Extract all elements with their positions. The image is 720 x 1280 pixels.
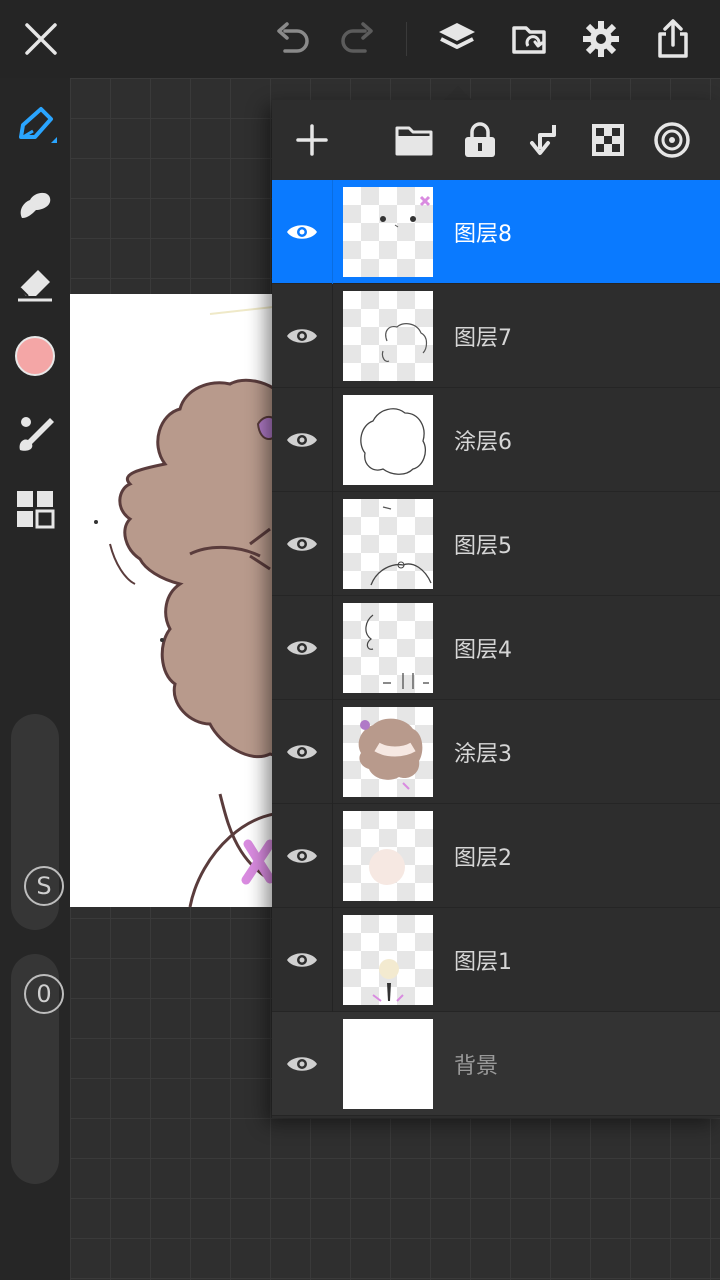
top-toolbar [0,0,720,78]
layer-row-3[interactable]: 涂层6 [272,388,720,492]
grid-icon[interactable] [10,484,60,534]
panel-pointer [444,86,472,100]
layer-row-8[interactable]: 图层1 [272,908,720,1012]
merge-down-icon[interactable] [520,116,568,164]
transparency-icon[interactable] [584,116,632,164]
visibility-eye-icon[interactable] [280,522,324,566]
redo-icon[interactable] [332,14,382,64]
size-knob[interactable]: S [24,866,64,906]
layer-thumbnail [343,395,433,485]
layer-row-1[interactable]: 图层8 [272,180,720,284]
brush-size-slider[interactable]: S [11,714,64,930]
visibility-eye-icon[interactable] [280,938,324,982]
left-toolbar: S 0 [0,78,70,1280]
layers-icon[interactable] [432,14,482,64]
eraser-icon[interactable] [10,258,60,308]
color-swatch[interactable] [10,331,60,381]
layer-row-background[interactable]: 背景 [272,1012,720,1116]
close-icon[interactable] [16,14,66,64]
visibility-eye-icon[interactable] [280,418,324,462]
layer-name: 背景 [454,1054,499,1079]
layer-thumbnail [343,707,433,797]
layer-thumbnail [343,603,433,693]
layer-thumbnail [343,811,433,901]
layer-row-4[interactable]: 图层5 [272,492,720,596]
layers-panel: 图层8 图层7 涂层6 图层5 图层4 涂层3 图层2 图层1 背景 [272,100,720,1118]
visibility-eye-icon[interactable] [280,314,324,358]
layer-name: 图层7 [454,326,512,351]
layer-thumbnail [343,1019,433,1109]
layer-thumbnail [343,291,433,381]
gear-icon[interactable] [576,14,626,64]
layer-name: 图层4 [454,638,512,663]
toolbar-divider [406,22,407,56]
artwork-canvas[interactable] [70,294,300,907]
lock-icon[interactable] [456,116,504,164]
opacity-knob[interactable]: 0 [24,974,64,1014]
pen-icon[interactable] [10,100,60,150]
visibility-eye-icon[interactable] [280,1042,324,1086]
visibility-eye-icon[interactable] [280,730,324,774]
visibility-eye-icon[interactable] [280,626,324,670]
layer-thumbnail [343,499,433,589]
visibility-eye-icon[interactable] [280,834,324,878]
layer-name: 涂层3 [454,742,512,767]
add-icon[interactable] [288,116,336,164]
layer-name: 图层2 [454,846,512,871]
smudge-icon[interactable] [10,180,60,230]
layers-toolbar [272,100,720,180]
layer-row-5[interactable]: 图层4 [272,596,720,700]
brush-settings-icon[interactable] [10,408,60,458]
layer-row-6[interactable]: 涂层3 [272,700,720,804]
layer-name: 涂层6 [454,430,512,455]
layer-thumbnail [343,915,433,1005]
blend-icon[interactable] [648,116,696,164]
artwork-illustration [94,303,300,907]
brush-opacity-slider[interactable]: 0 [11,954,64,1184]
layer-name: 图层8 [454,222,512,247]
layer-row-7[interactable]: 图层2 [272,804,720,908]
undo-icon[interactable] [268,14,318,64]
share-icon[interactable] [648,14,698,64]
layer-name: 图层1 [454,950,512,975]
gallery-icon[interactable] [504,14,554,64]
visibility-eye-icon[interactable] [280,210,324,254]
layer-name: 图层5 [454,534,512,559]
layer-row-2[interactable]: 图层7 [272,284,720,388]
layer-thumbnail [343,187,433,277]
folder-icon[interactable] [390,116,438,164]
